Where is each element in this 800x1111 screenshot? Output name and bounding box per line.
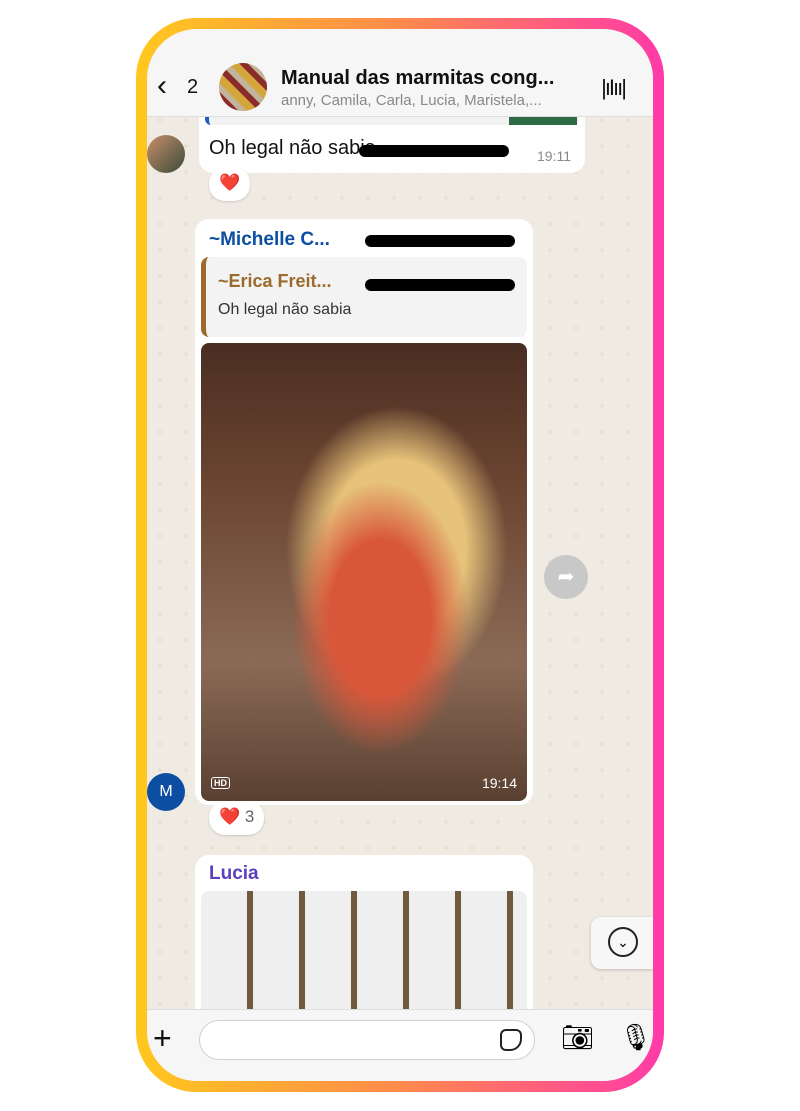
scroll-to-bottom-button[interactable]: ⌄ <box>591 917 653 969</box>
camera-icon[interactable]: 📷︎ <box>561 1022 594 1053</box>
audio-call-icon[interactable]: |ıIıı| <box>601 75 627 101</box>
group-title[interactable]: Manual das marmitas cong... <box>281 67 554 90</box>
message-time: 19:11 <box>537 148 571 164</box>
avatar-letter: M <box>159 783 173 800</box>
redaction <box>359 145 509 157</box>
unread-count[interactable]: 2 <box>187 76 198 99</box>
sticker-icon[interactable] <box>500 1029 522 1051</box>
message-text: Oh legal não sabia <box>209 137 376 159</box>
group-members[interactable]: anny, Camila, Carla, Lucia, Maristela,..… <box>281 92 542 109</box>
message-bubble[interactable]: ~Michelle C... ~Erica Freit... Oh legal … <box>195 219 533 805</box>
sender-name[interactable]: Lucia <box>209 863 259 885</box>
redaction <box>365 279 515 291</box>
sender-avatar[interactable] <box>147 135 185 173</box>
quote-sender: ~Erica Freit... <box>218 271 332 291</box>
chat-header: ‹ 2 Manual das marmitas cong... anny, Ca… <box>147 29 653 117</box>
chat-screen: ‹ 2 Manual das marmitas cong... anny, Ca… <box>147 29 653 1081</box>
microphone-icon[interactable]: 🎙︎ <box>619 1022 652 1053</box>
back-chevron-icon[interactable]: ‹ <box>157 69 167 103</box>
heart-icon: ❤️ <box>219 807 241 826</box>
message-composer: + 📷︎ 🎙︎ <box>147 1009 653 1081</box>
group-avatar[interactable] <box>219 63 267 111</box>
message-time: 19:14 <box>481 775 517 791</box>
reaction-badge[interactable]: ❤️ 3 <box>209 801 265 835</box>
quote-text: Oh legal não sabia <box>218 301 352 318</box>
reaction-count: 3 <box>244 807 255 826</box>
sender-avatar[interactable]: M <box>147 773 185 811</box>
forward-button[interactable]: ➦ <box>544 555 588 599</box>
reaction-badge[interactable]: ❤️ <box>209 167 251 201</box>
sender-name[interactable]: ~Michelle C... <box>209 229 330 251</box>
phone-frame: ‹ 2 Manual das marmitas cong... anny, Ca… <box>136 18 664 1092</box>
hd-badge: HD <box>211 777 230 789</box>
chevron-down-circle-icon: ⌄ <box>608 927 638 957</box>
message-input[interactable] <box>199 1020 535 1060</box>
photo-pasta-meal[interactable]: HD 19:14 <box>201 343 527 801</box>
redaction <box>365 235 515 247</box>
plus-icon[interactable]: + <box>153 1020 172 1057</box>
quoted-message[interactable]: ~Erica Freit... Oh legal não sabia <box>201 257 527 337</box>
